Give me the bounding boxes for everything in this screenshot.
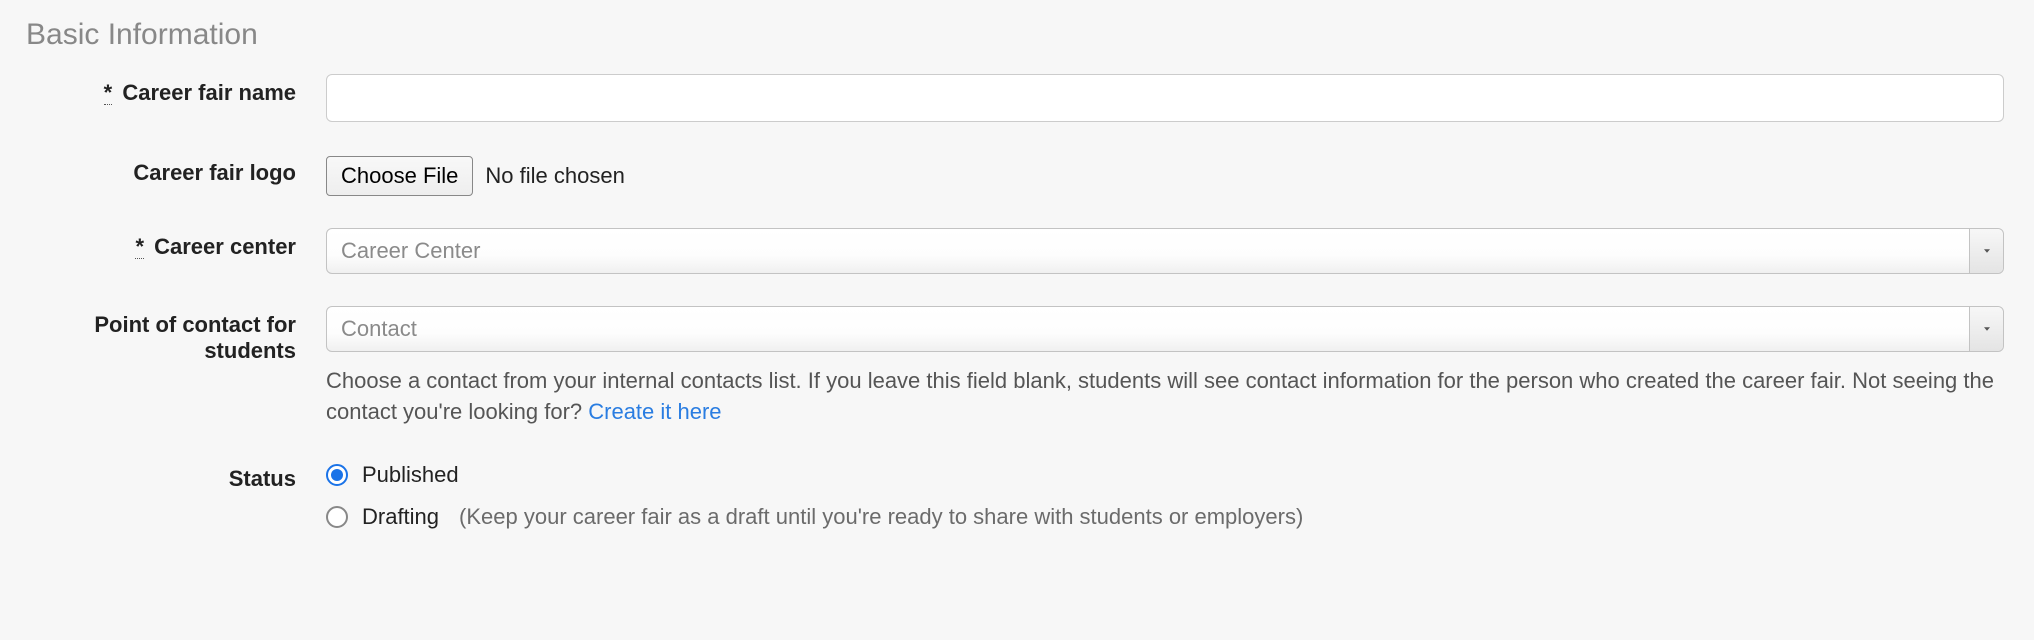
label-text: Career fair name bbox=[122, 80, 296, 105]
row-status: Status Published Drafting (Keep your car… bbox=[26, 460, 2008, 530]
required-marker: * bbox=[135, 236, 144, 259]
create-contact-link[interactable]: Create it here bbox=[588, 399, 721, 424]
status-option-label: Drafting bbox=[362, 504, 439, 530]
label-text: Point of contact for students bbox=[94, 312, 296, 363]
contact-select[interactable]: Contact bbox=[326, 306, 2004, 352]
row-career-fair-name: * Career fair name bbox=[26, 74, 2008, 122]
contact-help-text: Choose a contact from your internal cont… bbox=[326, 366, 2004, 428]
status-option-published[interactable]: Published bbox=[326, 462, 2004, 488]
radio-icon bbox=[326, 506, 348, 528]
label-career-fair-logo: Career fair logo bbox=[26, 154, 326, 186]
label-career-fair-name: * Career fair name bbox=[26, 74, 326, 106]
label-text: Status bbox=[229, 466, 296, 491]
career-center-select[interactable]: Career Center bbox=[326, 228, 2004, 274]
career-fair-name-input[interactable] bbox=[326, 74, 2004, 122]
status-option-label: Published bbox=[362, 462, 459, 488]
status-radio-group: Published Drafting (Keep your career fai… bbox=[326, 460, 2004, 530]
label-text: Career center bbox=[154, 234, 296, 259]
status-option-hint: (Keep your career fair as a draft until … bbox=[459, 504, 1303, 530]
radio-icon bbox=[326, 464, 348, 486]
label-status: Status bbox=[26, 460, 326, 492]
row-career-fair-logo: Career fair logo Choose File No file cho… bbox=[26, 154, 2008, 196]
label-point-of-contact: Point of contact for students bbox=[26, 306, 326, 364]
choose-file-button[interactable]: Choose File bbox=[326, 156, 473, 196]
career-center-placeholder: Career Center bbox=[341, 238, 480, 264]
row-point-of-contact: Point of contact for students Contact Ch… bbox=[26, 306, 2008, 428]
section-heading: Basic Information bbox=[26, 18, 2008, 52]
label-career-center: * Career center bbox=[26, 228, 326, 260]
contact-placeholder: Contact bbox=[341, 316, 417, 342]
required-marker: * bbox=[104, 82, 113, 105]
row-career-center: * Career center Career Center bbox=[26, 228, 2008, 274]
basic-information-section: Basic Information * Career fair name Car… bbox=[0, 0, 2034, 568]
contact-help-pre: Choose a contact from your internal cont… bbox=[326, 368, 1994, 424]
label-text: Career fair logo bbox=[133, 160, 296, 185]
status-option-drafting[interactable]: Drafting (Keep your career fair as a dra… bbox=[326, 504, 2004, 530]
file-chosen-status: No file chosen bbox=[485, 163, 624, 189]
